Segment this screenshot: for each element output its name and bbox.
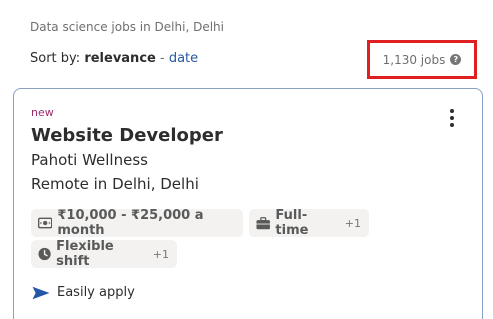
job-type-text: Full-time [275,208,309,238]
clock-icon [38,247,51,261]
shift-text: Flexible shift [56,239,114,269]
job-count: 1,130 jobs ? [367,40,477,79]
money-icon [38,217,53,229]
job-location: Remote in Delhi, Delhi [31,175,199,193]
sort-label: Sort by: [30,51,81,66]
easily-apply: Easily apply [32,285,135,300]
job-count-text: 1,130 jobs [382,52,446,67]
sort-relevance: relevance [84,51,156,66]
salary-chip: ₹10,000 - ₹25,000 a month [31,208,243,238]
shift-chip: Flexible shift +1 [31,239,177,269]
question-circle-icon[interactable]: ? [450,54,462,65]
job-title-link[interactable]: Website Developer [31,125,223,146]
new-badge: new [31,106,54,119]
easily-apply-label: Easily apply [57,285,135,300]
job-card[interactable]: new Website Developer Pahoti Wellness Re… [13,88,483,319]
page-heading: Data science jobs in Delhi, Delhi [30,20,224,34]
briefcase-icon [256,216,270,229]
salary-text: ₹10,000 - ₹25,000 a month [57,208,204,238]
job-type-chip: Full-time +1 [249,208,369,238]
shift-more: +1 [152,247,169,261]
sort-options: Sort by: relevance - date [30,51,198,66]
job-type-more: +1 [344,216,361,230]
sort-date-link[interactable]: date [169,51,198,66]
kebab-menu-icon[interactable] [450,109,454,127]
company-name: Pahoti Wellness [31,151,148,169]
send-arrow-icon [32,286,50,299]
sort-separator: - [159,51,165,66]
